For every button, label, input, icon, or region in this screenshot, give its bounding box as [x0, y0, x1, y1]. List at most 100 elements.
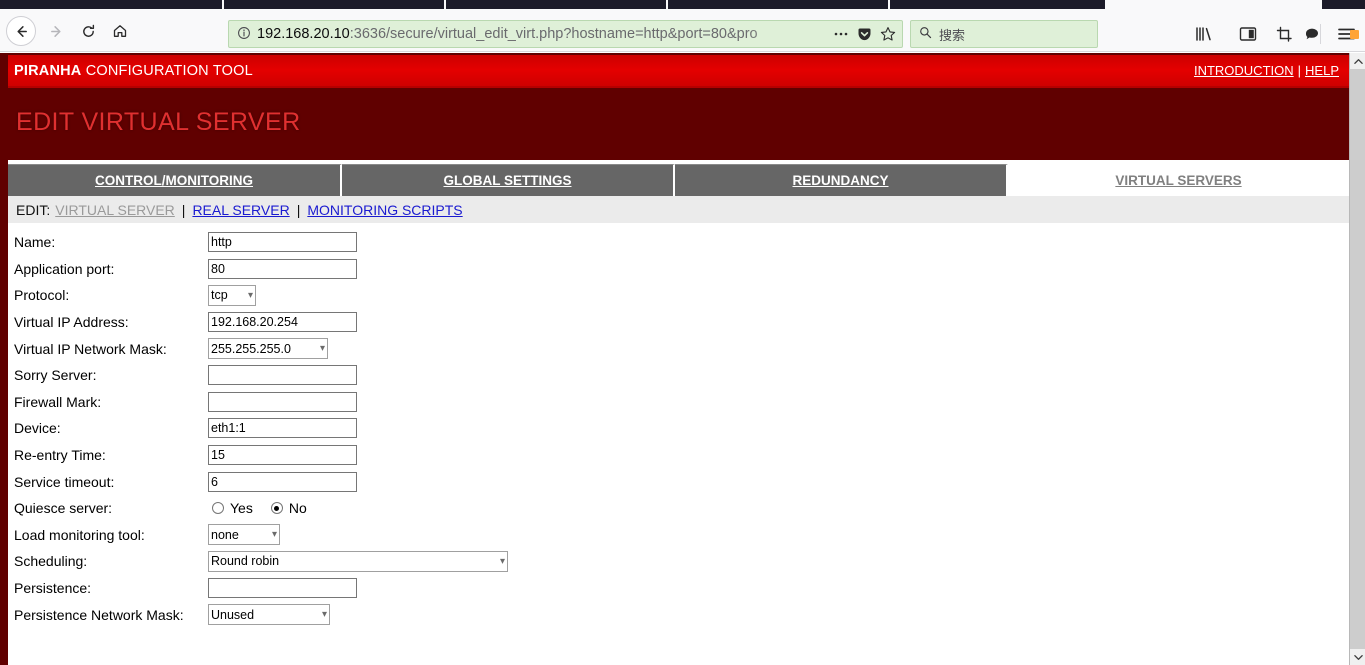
input-firewall-mark[interactable]: [208, 391, 357, 412]
info-circle-icon[interactable]: [237, 26, 251, 43]
url-path: :3636/secure/virtual_edit_virt.php?hostn…: [349, 26, 758, 42]
search-input[interactable]: 搜索: [910, 20, 1098, 48]
url-host: 192.168.20.10: [257, 26, 350, 42]
app-brand: PIRANHA CONFIGURATION TOOL: [14, 63, 253, 79]
select-virtual-ip-network-mask-value: 255.255.255.0: [211, 341, 291, 356]
reload-icon[interactable]: [74, 17, 102, 45]
subnav-link-real-server[interactable]: REAL SERVER: [192, 202, 289, 218]
label-quiesce-server: Quiesce server:: [14, 500, 113, 517]
select-protocol[interactable]: tcp ▾: [208, 284, 256, 306]
chevron-down-icon: ▾: [271, 529, 277, 541]
header-link-separator: |: [1297, 63, 1302, 78]
chevron-down-icon: ▾: [321, 609, 327, 621]
radio-quiesce-no[interactable]: [270, 502, 283, 515]
browser-tab[interactable]: [668, 0, 888, 9]
menu-update-badge: [1350, 30, 1359, 39]
edit-subnav: EDIT: VIRTUAL SERVER | REAL SERVER | MON…: [8, 196, 1349, 223]
app-header: PIRANHA CONFIGURATION TOOL INTRODUCTION |…: [8, 53, 1349, 160]
tab-control-monitoring[interactable]: CONTROL/MONITORING: [8, 164, 342, 196]
radio-quiesce-yes-label: Yes: [230, 500, 253, 517]
select-scheduling[interactable]: Round robin ▾: [208, 550, 508, 572]
input-re-entry-time[interactable]: [208, 445, 357, 466]
app-title-bar: PIRANHA CONFIGURATION TOOL INTRODUCTION |…: [8, 55, 1349, 88]
chevron-up-icon[interactable]: [1350, 53, 1365, 69]
screenshot-icon[interactable]: [1272, 22, 1296, 46]
star-icon[interactable]: [880, 26, 896, 42]
scrollbar-thumb[interactable]: [1350, 69, 1365, 629]
page-title: EDIT VIRTUAL SERVER: [16, 108, 301, 136]
label-re-entry-time: Re-entry Time:: [14, 447, 106, 464]
tab-global-settings[interactable]: GLOBAL SETTINGS: [342, 164, 675, 196]
browser-tab[interactable]: [1322, 0, 1365, 9]
label-firewall-mark: Firewall Mark:: [14, 393, 102, 410]
help-link[interactable]: HELP: [1305, 63, 1339, 78]
label-device: Device:: [14, 420, 61, 437]
form-row-application-port: Application port:: [8, 256, 1349, 283]
select-load-monitoring-tool[interactable]: none ▾: [208, 524, 280, 546]
subnav-separator: |: [296, 201, 301, 218]
form-row-load-monitoring-tool: Load monitoring tool: none ▾: [8, 522, 1349, 549]
back-arrow-icon[interactable]: [6, 16, 36, 46]
browser-tab[interactable]: [890, 0, 1105, 9]
tab-global-settings-label: GLOBAL SETTINGS: [443, 173, 572, 188]
subnav-link-monitoring-scripts[interactable]: MONITORING SCRIPTS: [307, 202, 462, 218]
tab-redundancy[interactable]: REDUNDANCY: [675, 164, 1008, 196]
select-virtual-ip-network-mask[interactable]: 255.255.255.0 ▾: [208, 338, 328, 360]
virtual-server-form: Name: Application port: Protocol: tcp ▾ …: [8, 229, 1349, 628]
form-row-sorry-server: Sorry Server:: [8, 362, 1349, 389]
label-persistence-network-mask: Persistence Network Mask:: [14, 606, 184, 623]
introduction-link[interactable]: INTRODUCTION: [1194, 63, 1294, 78]
input-persistence[interactable]: [208, 578, 357, 599]
browser-tab[interactable]: [224, 0, 444, 9]
form-row-protocol: Protocol: tcp ▾: [8, 282, 1349, 309]
subnav-separator: |: [181, 201, 186, 218]
browser-tab[interactable]: [446, 0, 666, 9]
forward-arrow-icon: [42, 17, 70, 45]
pocket-icon[interactable]: [857, 27, 872, 42]
ellipsis-icon[interactable]: [833, 31, 849, 37]
label-persistence: Persistence:: [14, 580, 92, 597]
sidebar-icon[interactable]: [1236, 22, 1260, 46]
input-application-port[interactable]: [208, 258, 357, 279]
tab-virtual-servers-label: VIRTUAL SERVERS: [1115, 173, 1242, 188]
browser-tab[interactable]: [0, 0, 222, 9]
label-protocol: Protocol:: [14, 287, 70, 304]
form-row-scheduling: Scheduling: Round robin ▾: [8, 548, 1349, 575]
url-bar[interactable]: 192.168.20.10:3636/secure/virtual_edit_v…: [228, 20, 903, 48]
input-service-timeout[interactable]: [208, 471, 357, 492]
form-row-quiesce-server: Quiesce server: Yes No: [8, 495, 1349, 522]
library-icon[interactable]: [1192, 22, 1216, 46]
home-icon[interactable]: [106, 17, 134, 45]
form-row-persistence-network-mask: Persistence Network Mask: Unused ▾: [8, 601, 1349, 628]
input-name[interactable]: [208, 232, 357, 253]
select-persistence-network-mask[interactable]: Unused ▾: [208, 604, 330, 626]
input-sorry-server[interactable]: [208, 365, 357, 386]
tab-virtual-servers[interactable]: VIRTUAL SERVERS: [1008, 164, 1349, 196]
page-scrollbar[interactable]: [1349, 53, 1365, 665]
label-virtual-ip-network-mask: Virtual IP Network Mask:: [14, 340, 167, 357]
radio-quiesce-no-label: No: [288, 500, 307, 517]
hamburger-menu-icon[interactable]: [1333, 22, 1361, 46]
chevron-down-icon: ▾: [247, 289, 253, 301]
chevron-down-icon: ▾: [499, 555, 505, 567]
chevron-down-icon[interactable]: [1350, 649, 1365, 665]
tab-control-monitoring-label: CONTROL/MONITORING: [95, 173, 253, 188]
label-name: Name:: [14, 234, 56, 251]
label-sorry-server: Sorry Server:: [14, 367, 97, 384]
label-scheduling: Scheduling:: [14, 553, 88, 570]
browser-tab-strip: [0, 0, 1365, 9]
radio-quiesce-yes[interactable]: [212, 502, 224, 515]
label-load-monitoring-tool: Load monitoring tool:: [14, 526, 145, 543]
form-row-service-timeout: Service timeout:: [8, 468, 1349, 495]
form-row-name: Name:: [8, 229, 1349, 256]
chevron-down-icon: ▾: [319, 343, 325, 355]
form-row-device: Device:: [8, 415, 1349, 442]
url-text[interactable]: 192.168.20.10:3636/secure/virtual_edit_v…: [257, 26, 825, 42]
input-virtual-ip-address[interactable]: [208, 312, 357, 333]
tab-redundancy-label: REDUNDANCY: [792, 173, 889, 188]
form-row-re-entry-time: Re-entry Time:: [8, 442, 1349, 469]
page-left-accent-bar: [0, 53, 8, 665]
form-row-firewall-mark: Firewall Mark:: [8, 389, 1349, 416]
input-device[interactable]: [208, 418, 357, 439]
app-brand-bold: PIRANHA: [14, 63, 82, 79]
